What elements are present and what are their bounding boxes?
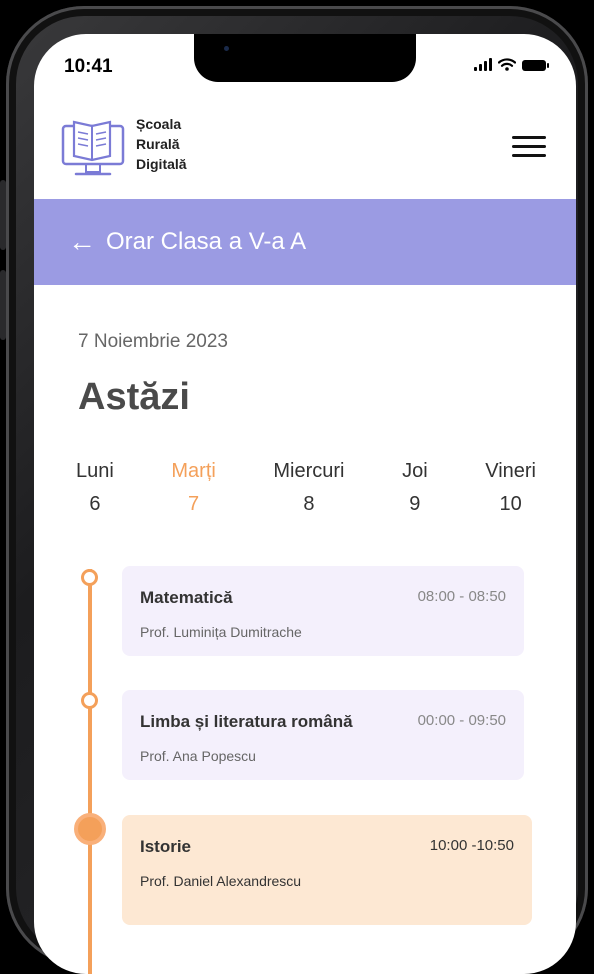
class-subject: Matematică bbox=[140, 588, 233, 607]
day-tuesday[interactable]: Marți 7 bbox=[171, 460, 215, 516]
day-number: 9 bbox=[409, 493, 421, 515]
today-heading: Astăzi bbox=[78, 376, 190, 418]
day-name: Joi bbox=[402, 460, 428, 482]
day-number: 6 bbox=[89, 493, 101, 515]
day-name: Luni bbox=[76, 460, 114, 482]
day-number: 10 bbox=[499, 493, 522, 515]
timeline-dot-icon bbox=[81, 692, 98, 709]
side-button bbox=[0, 180, 6, 250]
class-teacher: Prof. Ana Popescu bbox=[140, 748, 256, 764]
hamburger-icon bbox=[512, 136, 546, 139]
timeline bbox=[74, 569, 106, 974]
day-selector: Luni 6 Marți 7 Miercuri 8 Joi 9 Vineri 1… bbox=[76, 460, 536, 516]
day-name: Miercuri bbox=[273, 460, 345, 482]
app-header: Școala Rurală Digitală bbox=[34, 102, 576, 198]
class-time: 08:00 - 08:50 bbox=[417, 588, 506, 605]
timeline-dot-icon bbox=[81, 569, 98, 586]
battery-icon bbox=[522, 60, 549, 71]
class-teacher: Prof. Daniel Alexandrescu bbox=[140, 873, 302, 889]
status-icons bbox=[474, 58, 549, 71]
camera-icon bbox=[224, 46, 229, 51]
class-teacher: Prof. Luminița Dumitrache bbox=[140, 624, 302, 640]
class-card[interactable]: Limba și literatura română 00:00 - 09:50… bbox=[122, 690, 524, 780]
class-card-current[interactable]: Istorie 10:00 -10:50 Prof. Daniel Alexan… bbox=[122, 815, 532, 925]
class-card[interactable]: Matematică 08:00 - 08:50 Prof. Luminița … bbox=[122, 566, 524, 656]
brand-line: Rurală bbox=[136, 136, 180, 152]
current-date: 7 Noiembrie 2023 bbox=[78, 331, 228, 352]
brand-line: Digitală bbox=[136, 156, 187, 172]
day-name: Marți bbox=[171, 460, 216, 482]
signal-icon bbox=[474, 58, 492, 71]
day-wednesday[interactable]: Miercuri 8 bbox=[273, 460, 344, 516]
notch bbox=[194, 34, 416, 82]
class-subject: Limba și literatura română bbox=[140, 712, 353, 731]
day-number: 8 bbox=[303, 493, 315, 515]
day-friday[interactable]: Vineri 10 bbox=[485, 460, 536, 516]
screen: 10:41 Școala Rurală Digitală ← Orar Clas… bbox=[34, 34, 576, 974]
brand-line: Școala bbox=[136, 116, 182, 132]
day-thursday[interactable]: Joi 9 bbox=[402, 460, 428, 516]
brand-name: Școala Rurală Digitală bbox=[136, 114, 187, 174]
back-arrow-icon[interactable]: ← bbox=[68, 228, 96, 256]
page-title: Orar Clasa a V-a A bbox=[106, 228, 307, 255]
logo-icon bbox=[61, 120, 125, 176]
menu-button[interactable] bbox=[512, 136, 546, 160]
class-time: 00:00 - 09:50 bbox=[417, 712, 506, 729]
timeline-current-dot-icon bbox=[74, 813, 106, 845]
day-monday[interactable]: Luni 6 bbox=[76, 460, 114, 516]
class-subject: Istorie bbox=[140, 837, 192, 856]
day-name: Vineri bbox=[485, 460, 536, 482]
wifi-icon bbox=[498, 58, 516, 71]
day-number: 7 bbox=[188, 493, 200, 515]
timeline-line bbox=[88, 569, 92, 974]
side-button bbox=[0, 270, 6, 340]
status-time: 10:41 bbox=[64, 56, 113, 77]
title-bar: ← Orar Clasa a V-a A bbox=[34, 199, 576, 285]
class-time: 10:00 -10:50 bbox=[429, 837, 514, 854]
